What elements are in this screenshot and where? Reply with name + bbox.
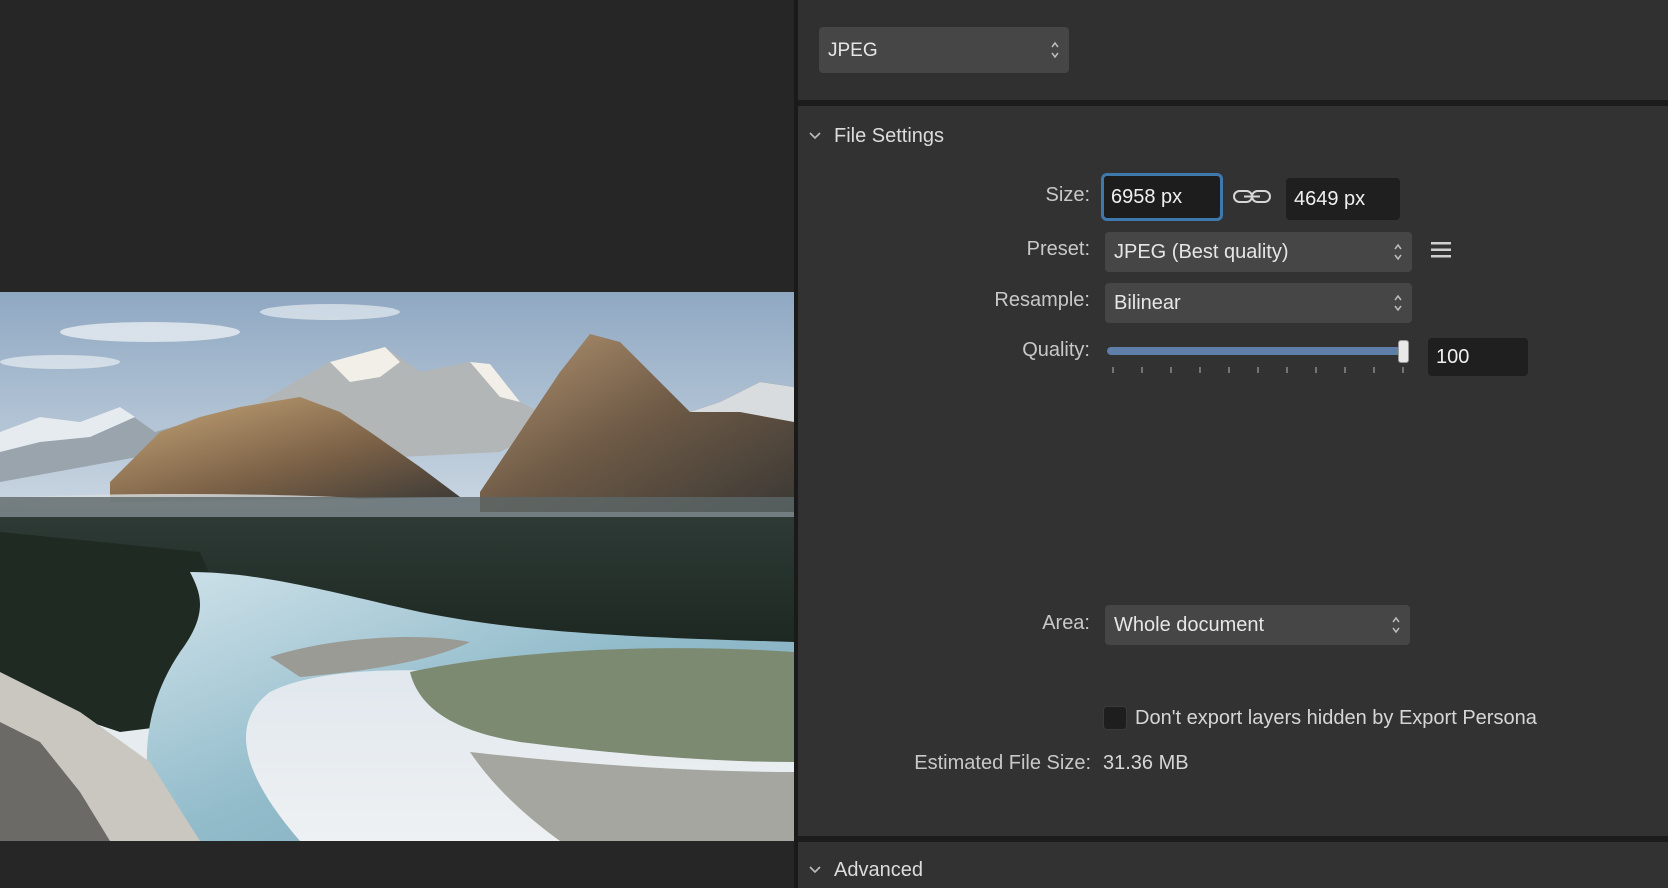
advanced-section (798, 842, 1668, 888)
hamburger-menu-icon[interactable] (1430, 240, 1452, 260)
advanced-header[interactable]: Advanced (808, 858, 923, 882)
size-label: Size: (1045, 184, 1090, 206)
resample-label: Resample: (994, 289, 1090, 311)
up-down-arrows-icon (1051, 41, 1059, 59)
advanced-title: Advanced (834, 858, 923, 881)
preview-image (0, 292, 794, 841)
quality-label: Quality: (1022, 339, 1090, 361)
hidden-layers-checkbox[interactable] (1103, 706, 1127, 730)
up-down-arrows-icon (1392, 616, 1400, 634)
area-label: Area: (1042, 612, 1090, 634)
height-input[interactable]: 4649 px (1286, 178, 1400, 220)
preset-select[interactable]: JPEG (Best quality) (1105, 232, 1412, 272)
preview-area (0, 0, 794, 888)
area-select[interactable]: Whole document (1105, 605, 1410, 645)
quality-slider[interactable] (1107, 340, 1411, 374)
estimated-file-size-label: Estimated File Size: (914, 752, 1091, 774)
chevron-down-icon (809, 866, 821, 874)
resample-select-value: Bilinear (1114, 292, 1181, 314)
quality-slider-ticks (1112, 367, 1404, 373)
estimated-file-size-value: 31.36 MB (1103, 752, 1189, 774)
file-settings-title: File Settings (834, 124, 945, 147)
quality-slider-fill (1107, 347, 1405, 355)
format-select-value: JPEG (828, 39, 878, 61)
preset-select-value: JPEG (Best quality) (1114, 241, 1289, 263)
format-select[interactable]: JPEG (819, 27, 1069, 73)
preset-label: Preset: (1026, 238, 1090, 260)
area-select-value: Whole document (1114, 614, 1265, 636)
quality-input[interactable]: 100 (1428, 338, 1528, 376)
landscape-photo (0, 292, 794, 841)
chain-link-icon[interactable] (1232, 187, 1272, 207)
width-input[interactable]: 6958 px (1101, 173, 1223, 221)
file-settings-header[interactable]: File Settings (808, 124, 944, 148)
up-down-arrows-icon (1394, 294, 1402, 312)
hidden-layers-checkbox-label: Don't export layers hidden by Export Per… (1135, 707, 1537, 729)
chevron-down-icon (809, 132, 821, 140)
resample-select[interactable]: Bilinear (1105, 283, 1412, 323)
quality-slider-thumb[interactable] (1398, 340, 1409, 363)
up-down-arrows-icon (1394, 243, 1402, 261)
